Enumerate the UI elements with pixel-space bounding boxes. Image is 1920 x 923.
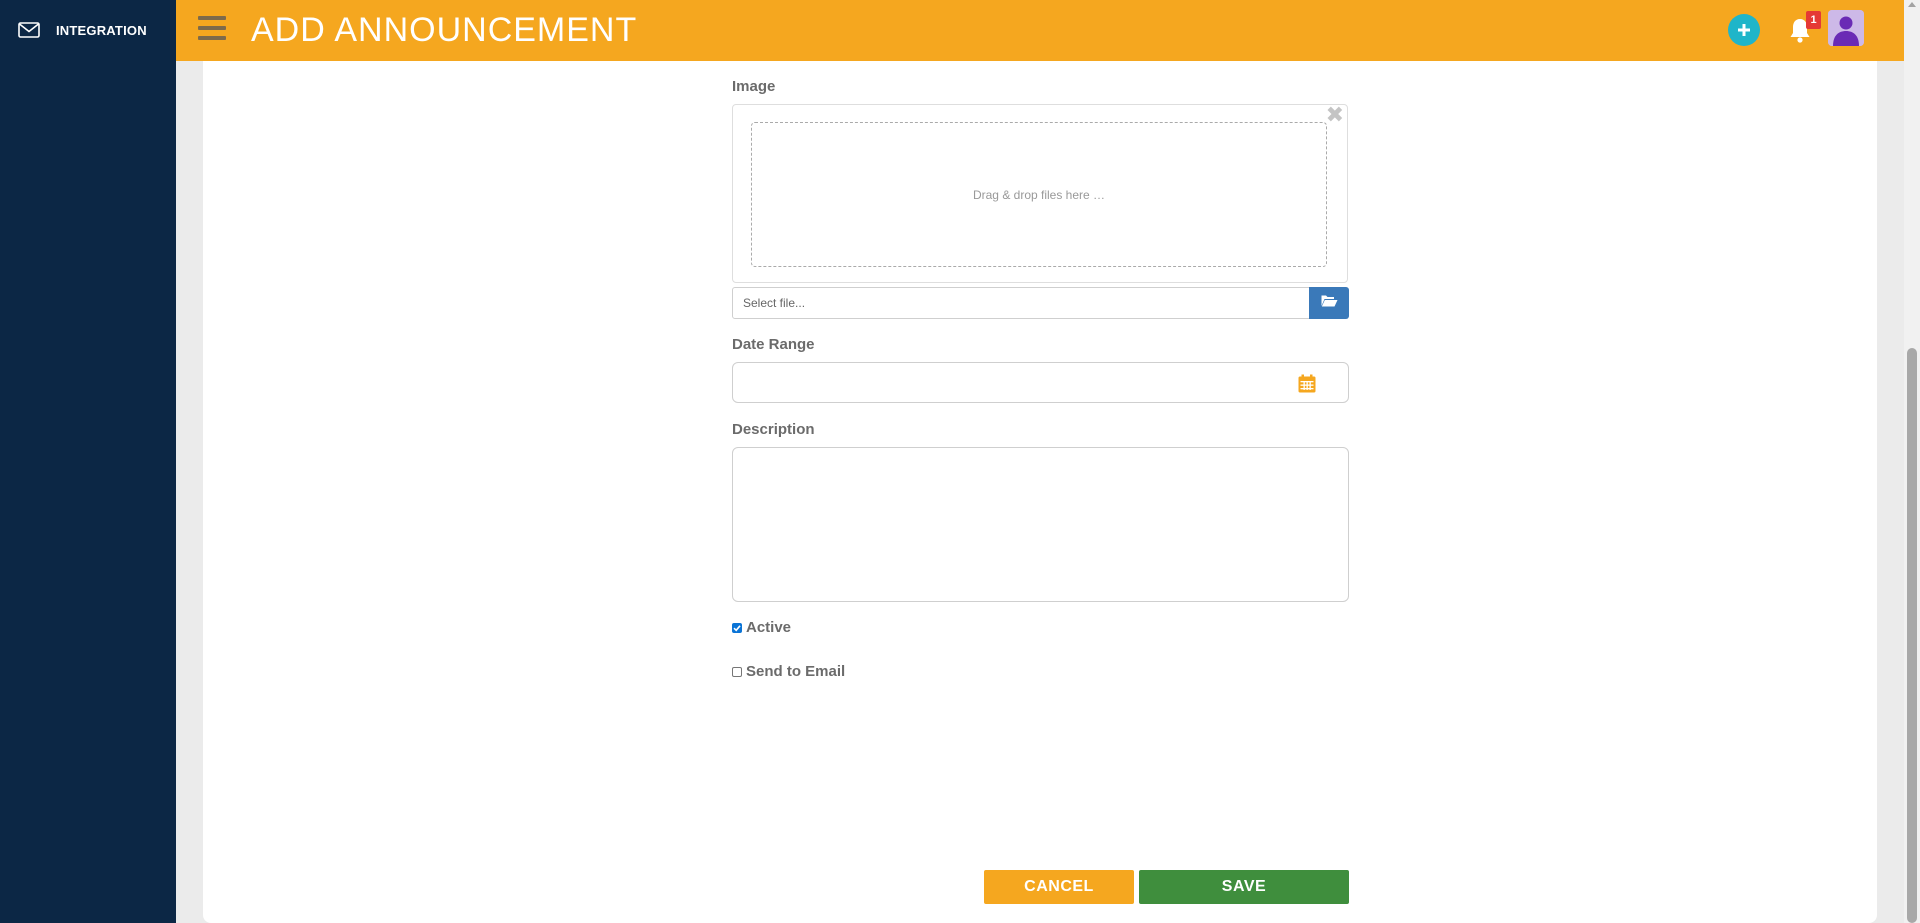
active-label: Active [746, 619, 792, 636]
send-email-checkbox[interactable] [732, 666, 742, 677]
top-header: ADD ANNOUNCEMENT 1 [176, 0, 1904, 61]
send-email-checkbox-row: Send to Email [732, 663, 845, 680]
description-textarea[interactable] [732, 447, 1349, 602]
browse-button[interactable] [1309, 287, 1349, 319]
calendar-icon[interactable] [1298, 374, 1316, 398]
description-label: Description [732, 421, 815, 438]
scroll-up-arrow-icon[interactable] [1908, 2, 1916, 7]
file-select-placeholder: Select file... [743, 296, 806, 310]
cancel-button[interactable]: CANCEL [984, 870, 1134, 904]
mail-icon [17, 18, 41, 42]
page-title: ADD ANNOUNCEMENT [251, 11, 638, 49]
add-circle-icon[interactable] [1728, 14, 1760, 46]
send-email-label: Send to Email [746, 663, 846, 680]
menu-icon[interactable] [198, 16, 226, 44]
sidebar-item-integration[interactable]: INTEGRATION [0, 0, 176, 60]
avatar-icon[interactable] [1828, 10, 1864, 46]
folder-open-icon [1321, 294, 1338, 312]
sidebar: INTEGRATION [0, 0, 176, 923]
date-range-label: Date Range [732, 336, 815, 353]
sidebar-item-label: INTEGRATION [56, 22, 147, 38]
dropzone[interactable]: Drag & drop files here … [751, 122, 1327, 267]
date-range-input[interactable] [732, 362, 1349, 403]
notification-badge: 1 [1806, 11, 1821, 29]
save-button[interactable]: SAVE [1139, 870, 1349, 904]
scrollbar-thumb[interactable] [1907, 348, 1917, 923]
active-checkbox[interactable] [732, 622, 742, 633]
close-icon[interactable]: ✖ [1326, 104, 1344, 126]
image-uploader: ✖ Drag & drop files here … [732, 104, 1348, 283]
active-checkbox-row: Active [732, 619, 791, 636]
dropzone-text: Drag & drop files here … [972, 187, 1106, 202]
file-select-input[interactable]: Select file... [732, 287, 1310, 319]
image-label: Image [732, 78, 776, 95]
vertical-scrollbar[interactable] [1904, 0, 1920, 923]
